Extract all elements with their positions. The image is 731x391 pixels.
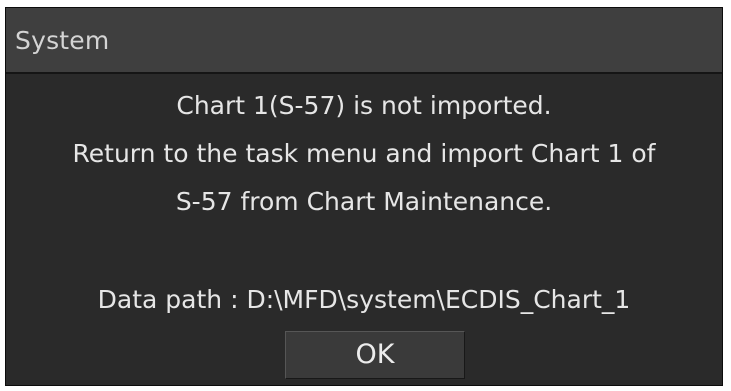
message-line-1: Chart 1(S-57) is not imported. [176,91,552,120]
dialog-title: System [15,26,110,55]
ok-button[interactable]: OK [285,331,465,379]
message-line-2: Return to the task menu and import Chart… [72,139,656,168]
dialog-body: Chart 1(S-57) is not imported. Return to… [6,74,722,385]
dialog-titlebar: System [6,8,722,74]
message-line-3: S-57 from Chart Maintenance. [175,187,553,216]
system-dialog: System Chart 1(S-57) is not imported. Re… [5,7,723,386]
data-path-text: Data path : D:\MFD\system\ECDIS_Chart_1 [97,285,631,314]
